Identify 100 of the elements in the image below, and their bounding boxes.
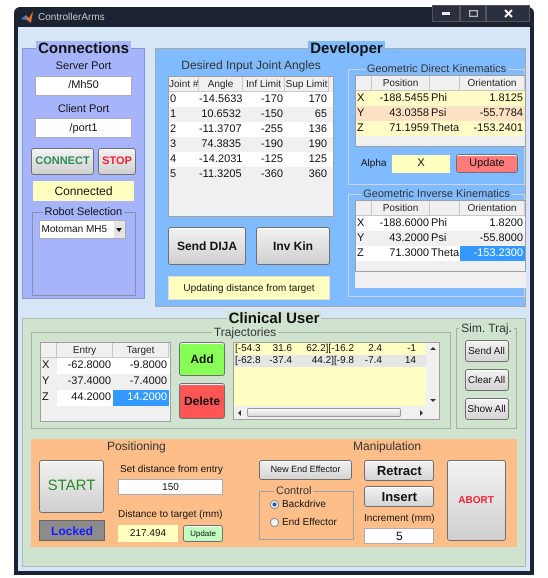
sim-traj-button[interactable]: Clear All [464,369,508,391]
table-cell-text: Phi [430,91,448,106]
status-label: Connected [33,181,134,201]
table-cell-text: 71.3000 [388,246,430,261]
inv-kin-button[interactable]: Inv Kin [256,227,330,265]
robot-dropdown[interactable]: Motoman MH5 [38,220,126,239]
table-cell-text: 125 [308,152,328,167]
table-cell-text: 74.3835 [200,137,242,152]
minimize-button[interactable] [432,4,460,22]
column-header: Joint # [169,77,199,92]
column-header: Position [372,76,430,91]
close-button[interactable] [486,4,530,22]
radio-option[interactable]: End Effector [270,515,353,530]
lock-status: Locked [39,520,105,541]
column-header: Target [113,343,169,358]
close-icon [504,8,512,18]
section-title: Manipulation [353,438,422,455]
new-end-effector-button[interactable]: New End Effector [259,460,352,480]
row-header: X [41,358,57,374]
column-header: Entry [57,343,113,358]
table-cell-text: -62.8000 [66,358,112,373]
update-button[interactable]: Update [183,525,223,542]
insert-button[interactable]: Insert [364,486,434,507]
delete-button[interactable]: Delete [179,383,225,419]
section-title: Positioning [107,438,167,455]
field-label: Server Port [56,59,112,74]
panel-title: Sim. Traj. [460,322,513,334]
update-button[interactable]: Update [456,154,518,173]
app-logo-icon [21,11,33,23]
right-arrow-icon [420,410,423,416]
trajectory-list[interactable]: [-54.3 31.6 62.2][-16.2 2.4 -1 [-62.8 -37.4 44.2][-9.8 -7.4 14 [233,342,440,420]
table-cell-text: Psi [430,106,448,121]
column-header: Sup Limit [285,77,329,92]
table-cell-text: 190 [308,137,328,152]
table-cell-text: 43.2000 [388,231,430,246]
table-cell-text: Phi [430,216,448,231]
field-label: Increment (mm) [364,512,435,526]
window-title: ControllerArms [38,10,105,24]
row-header: Y [356,106,366,121]
table-cell: -11.3707 [199,122,243,137]
table-cell-text: 136 [308,122,328,137]
input-field[interactable]: 150 [118,479,223,495]
minimize-icon [442,12,450,14]
list-item[interactable]: [-54.3 31.6 62.2][-16.2 2.4 -1 [234,343,426,355]
send-button[interactable]: Send DIJA [168,227,246,265]
table-cell[interactable]: -153.2401 [460,121,525,136]
field-label: Alpha [360,157,388,171]
retract-button[interactable]: Retract [364,460,434,481]
panel-title: Control [275,486,312,497]
add-button[interactable]: Add [179,342,225,376]
radio-option[interactable]: Backdrive [270,497,353,512]
table-cell[interactable]: -55.7784 [460,106,525,121]
table-cell-text: 10.6532 [200,107,242,122]
column-header: Orientation [460,76,525,91]
field-label: Client Port [58,102,110,116]
table-cell-text: 1 [169,107,178,122]
panel-title: Trajectories [212,326,278,338]
table-cell[interactable]: -7.4000 [113,374,169,390]
table-cell-text: -188.5455 [378,91,430,106]
maximize-button[interactable] [460,4,486,22]
panel-title: Developer [308,41,385,56]
dropdown-arrow-icon [116,228,122,232]
input-field[interactable]: /Mh50 [35,76,132,96]
vertical-scrollbar[interactable] [426,343,439,406]
list-item[interactable]: [-62.8 -37.4 44.2][-9.8 -7.4 14 [234,355,426,367]
sim-traj-button[interactable]: Send All [464,340,508,362]
left-arrow-icon [238,410,241,416]
table-cell: -11.3205 [199,167,243,182]
column-header: Position [372,201,430,216]
table-cell: -14.5633 [199,92,243,107]
alpha-field[interactable]: X [392,154,450,172]
panel-title: Geometric Direct Kinematics [366,64,508,75]
table-cell-text: Psi [430,231,448,246]
table-cell-text: -190 [260,137,284,152]
table-cell-text: 44.2000 [70,390,112,405]
input-field[interactable]: 5 [364,528,434,544]
row-header: Y [356,231,366,246]
row-header: Z [41,390,57,406]
table-cell-text: -255 [260,122,284,137]
input-field[interactable]: /port1 [35,118,132,138]
horizontal-scrollbar[interactable] [234,406,439,419]
scroll-thumb[interactable] [247,408,401,417]
table-cell[interactable]: -55.8000 [460,231,525,246]
table-cell: Theta [430,246,460,261]
row-header: X [356,91,366,106]
row-header: X [356,216,366,231]
panel-title: Clinical User [226,311,322,326]
column-header: Angle [199,77,243,92]
status-message: Updating distance from target [168,276,330,300]
panel-title: Robot Selection [44,207,124,218]
table-cell-text: 0 [169,92,178,107]
table-cell-text: -188.6000 [378,216,430,231]
sim-traj-button[interactable]: Show All [464,398,508,420]
table-cell[interactable]: 1.8125 [460,91,525,106]
panel-title: Geometric Inverse Kinematics [362,189,511,200]
table-cell-text: 170 [308,92,328,107]
table-cell[interactable]: 1.8200 [460,216,525,231]
section-title: Desired Input Joint Angles [180,57,322,74]
table-cell[interactable]: -9.8000 [113,358,169,374]
table-cell-text: 4 [169,152,178,167]
